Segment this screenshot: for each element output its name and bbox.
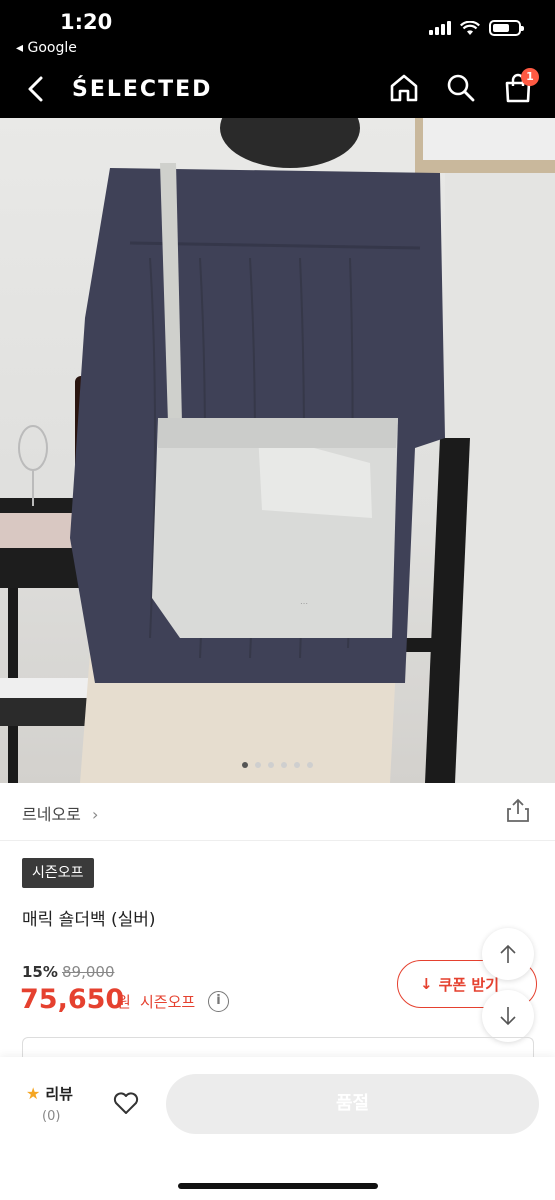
home-indicator[interactable]	[178, 1183, 378, 1189]
image-pagination[interactable]	[0, 762, 555, 768]
arrow-up-icon	[500, 944, 516, 963]
arrow-down-icon	[500, 1007, 516, 1026]
pagination-dot[interactable]	[294, 762, 300, 768]
product-image[interactable]: ⋯	[0, 118, 555, 783]
scroll-top-button[interactable]	[482, 928, 534, 980]
download-arrow-icon: ↓	[420, 975, 433, 993]
scroll-bottom-button[interactable]	[482, 990, 534, 1042]
sale-price: 75,650	[20, 984, 125, 1015]
chevron-right-icon: ›	[91, 805, 99, 824]
pagination-dot[interactable]	[307, 762, 313, 768]
review-label: 리뷰	[45, 1085, 73, 1103]
discount-rate: 15%	[22, 963, 58, 981]
pagination-dot[interactable]	[268, 762, 274, 768]
brand-logo[interactable]: ŚELECTED	[72, 77, 212, 102]
search-icon[interactable]	[445, 72, 477, 104]
season-off-tag: 시즌오프	[22, 858, 94, 888]
back-to-app-link[interactable]: ◂ Google	[16, 40, 77, 56]
svg-text:⋯: ⋯	[300, 599, 308, 608]
cellular-signal-icon	[429, 21, 451, 35]
home-icon[interactable]	[388, 72, 420, 104]
info-icon[interactable]: i	[208, 991, 229, 1012]
back-arrow-icon[interactable]	[22, 74, 52, 104]
seller-name: 르네오로	[22, 805, 81, 824]
price-label: 시즌오프	[140, 993, 196, 1011]
bottom-action-bar: ★ 리뷰 (0) 품절	[0, 1057, 555, 1200]
status-icons	[429, 20, 524, 36]
coupon-label: 쿠폰 받기	[438, 975, 500, 994]
original-price: 89,000	[62, 963, 115, 981]
pagination-dot[interactable]	[242, 762, 248, 768]
seller-row: 르네오로 ›	[0, 783, 555, 841]
pagination-dot[interactable]	[255, 762, 261, 768]
product-photo-illustration: ⋯	[0, 118, 555, 783]
star-icon: ★	[26, 1084, 41, 1103]
product-title: 매릭 숄더백 (실버)	[22, 910, 156, 930]
soldout-button: 품절	[166, 1074, 539, 1134]
battery-icon	[489, 20, 524, 36]
wifi-icon	[460, 20, 480, 35]
heart-icon[interactable]	[112, 1089, 140, 1117]
currency-unit: 원	[117, 993, 131, 1011]
cart-badge: 1	[521, 68, 539, 86]
seller-link[interactable]: 르네오로 ›	[22, 801, 98, 825]
top-bar: 1:20 ◂ Google ŚELECTED 1	[0, 0, 555, 118]
pagination-dot[interactable]	[281, 762, 287, 768]
share-icon[interactable]	[505, 797, 531, 823]
review-count: (0)	[42, 1109, 61, 1124]
review-button[interactable]: ★ 리뷰	[26, 1083, 73, 1104]
status-time: 1:20	[60, 10, 113, 34]
